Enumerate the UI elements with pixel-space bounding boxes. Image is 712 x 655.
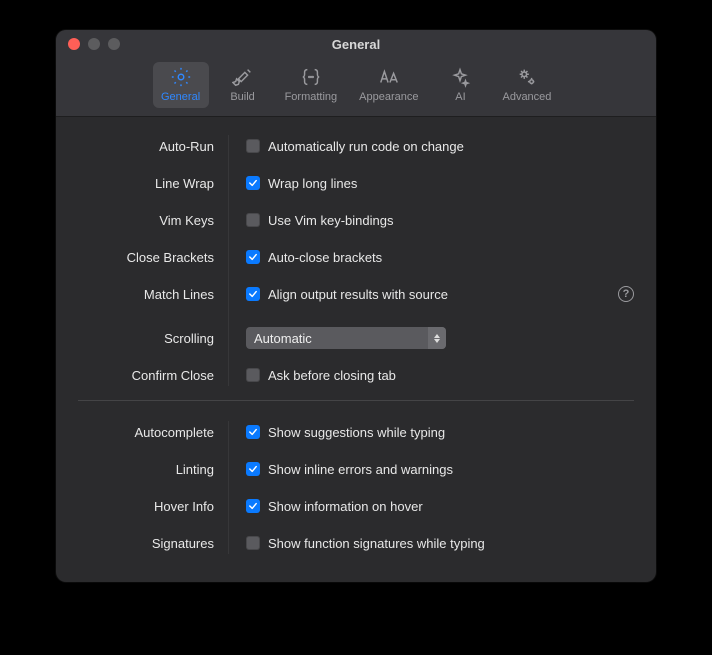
- section-intelligence: Autocomplete Show suggestions while typi…: [78, 421, 634, 554]
- content: Auto-Run Automatically run code on chang…: [56, 117, 656, 582]
- checkbox-autorun[interactable]: [246, 139, 260, 153]
- updown-arrows-icon: [428, 327, 446, 349]
- tab-label: Appearance: [359, 91, 418, 103]
- checkbox-label: Show suggestions while typing: [268, 425, 445, 440]
- tab-general[interactable]: General: [153, 62, 209, 108]
- tab-build[interactable]: Build: [215, 62, 271, 108]
- divider: [78, 400, 634, 401]
- checkbox-label: Show inline errors and warnings: [268, 462, 453, 477]
- checkbox-confirmclose[interactable]: [246, 368, 260, 382]
- label-scrolling: Scrolling: [78, 327, 228, 349]
- tab-label: Formatting: [285, 91, 338, 103]
- tab-appearance[interactable]: Appearance: [351, 62, 426, 108]
- tab-label: Advanced: [502, 91, 551, 103]
- help-icon[interactable]: ?: [618, 286, 634, 302]
- toolbar: General Build Formatting Appearance AI A…: [56, 58, 656, 117]
- label-hoverinfo: Hover Info: [78, 495, 228, 517]
- tab-label: AI: [455, 91, 465, 103]
- checkbox-label: Align output results with source: [268, 287, 448, 302]
- label-autorun: Auto-Run: [78, 135, 228, 157]
- select-scrolling[interactable]: Automatic: [246, 327, 446, 349]
- close-icon[interactable]: [68, 38, 80, 50]
- checkbox-label: Automatically run code on change: [268, 139, 464, 154]
- label-autocomplete: Autocomplete: [78, 421, 228, 443]
- tab-formatting[interactable]: Formatting: [277, 62, 346, 108]
- checkbox-label: Wrap long lines: [268, 176, 357, 191]
- checkbox-linewrap[interactable]: [246, 176, 260, 190]
- label-matchlines: Match Lines: [78, 283, 228, 305]
- checkbox-label: Ask before closing tab: [268, 368, 396, 383]
- label-linewrap: Line Wrap: [78, 172, 228, 194]
- checkbox-label: Show information on hover: [268, 499, 423, 514]
- label-confirmclose: Confirm Close: [78, 364, 228, 386]
- preferences-window: General General Build Formatting Appeara…: [56, 30, 656, 582]
- minimize-icon[interactable]: [88, 38, 100, 50]
- window-title: General: [332, 37, 380, 52]
- checkbox-hoverinfo[interactable]: [246, 499, 260, 513]
- label-closebrackets: Close Brackets: [78, 246, 228, 268]
- checkbox-matchlines[interactable]: [246, 287, 260, 301]
- braces-icon: [300, 66, 322, 88]
- tab-label: General: [161, 91, 200, 103]
- tab-advanced[interactable]: Advanced: [494, 62, 559, 108]
- checkbox-label: Use Vim key-bindings: [268, 213, 393, 228]
- checkbox-closebrackets[interactable]: [246, 250, 260, 264]
- checkbox-autocomplete[interactable]: [246, 425, 260, 439]
- select-value: Automatic: [254, 331, 312, 346]
- checkbox-label: Show function signatures while typing: [268, 536, 485, 551]
- gear-icon: [170, 66, 192, 88]
- zoom-icon[interactable]: [108, 38, 120, 50]
- label-linting: Linting: [78, 458, 228, 480]
- label-signatures: Signatures: [78, 532, 228, 554]
- label-vimkeys: Vim Keys: [78, 209, 228, 231]
- titlebar: General: [56, 30, 656, 58]
- tab-label: Build: [230, 91, 254, 103]
- sparkle-icon: [449, 66, 471, 88]
- tab-ai[interactable]: AI: [432, 62, 488, 108]
- window-controls: [68, 38, 120, 50]
- checkbox-vimkeys[interactable]: [246, 213, 260, 227]
- gears-icon: [516, 66, 538, 88]
- checkbox-label: Auto-close brackets: [268, 250, 382, 265]
- checkbox-signatures[interactable]: [246, 536, 260, 550]
- section-editor: Auto-Run Automatically run code on chang…: [78, 135, 634, 386]
- tools-icon: [232, 66, 254, 88]
- checkbox-linting[interactable]: [246, 462, 260, 476]
- font-icon: [378, 66, 400, 88]
